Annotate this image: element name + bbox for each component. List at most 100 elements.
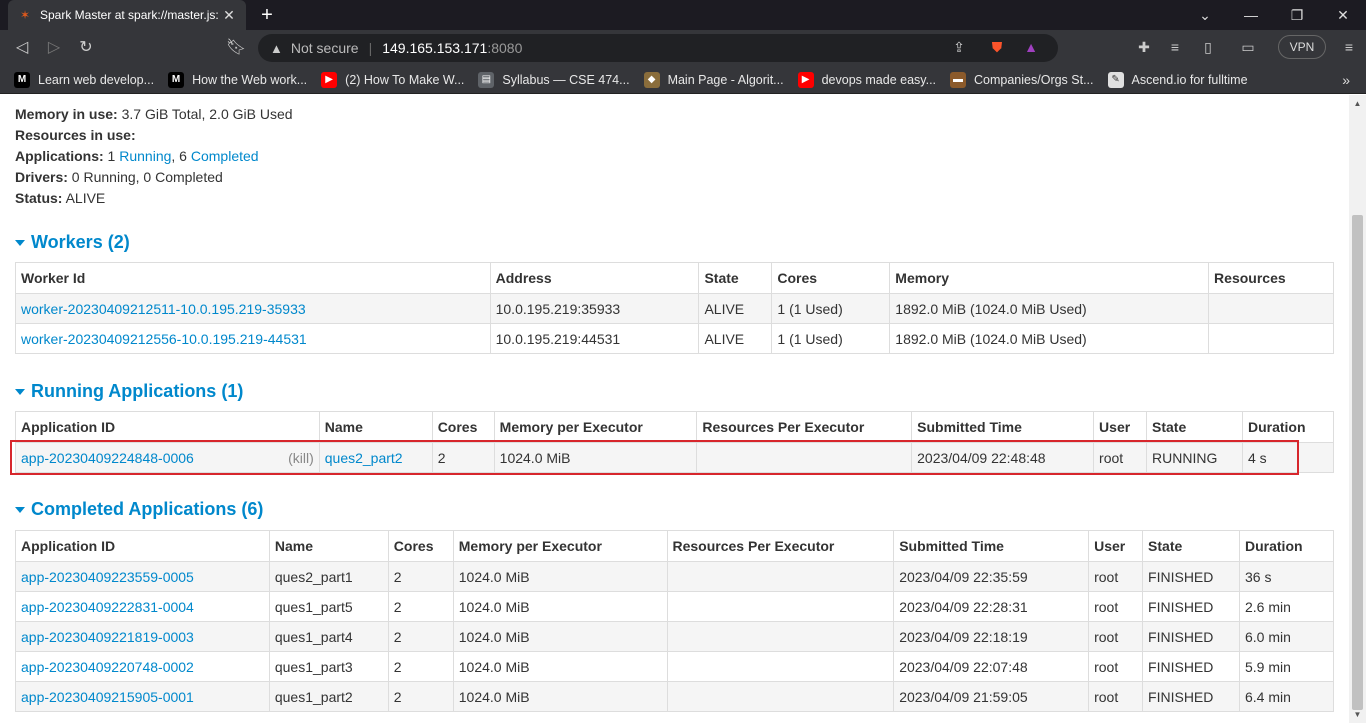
applications-label: Applications: (15, 148, 104, 164)
column-header[interactable]: Submitted Time (893, 530, 1090, 562)
bookmark-label: devops made easy... (821, 72, 937, 87)
more-bookmarks-icon[interactable]: » (1342, 72, 1350, 88)
column-header[interactable]: Duration (1241, 411, 1335, 443)
app-id-link[interactable]: app-20230409223559-0005 (21, 569, 194, 585)
brave-shields-icon[interactable]: ⛊ (986, 36, 1008, 58)
reload-icon[interactable]: ↻ (74, 36, 98, 60)
vpn-button[interactable]: VPN (1278, 35, 1326, 59)
column-header[interactable]: Address (489, 262, 700, 294)
address-bar[interactable]: ▲ Not secure | 149.165.153.171:8080 (258, 34, 1058, 62)
wallet-icon[interactable]: ▭ (1237, 36, 1259, 58)
collapse-caret-icon[interactable] (15, 388, 25, 395)
app-user: root (1088, 621, 1144, 652)
bookmark-item[interactable]: M How the Web work... (168, 71, 307, 88)
bookmark-item[interactable]: ▶ devops made easy... (797, 71, 937, 88)
brave-rewards-icon[interactable]: ▲ (1020, 36, 1042, 58)
collapse-caret-icon[interactable] (15, 239, 25, 246)
column-header[interactable]: Worker Id (15, 262, 491, 294)
running-apps-heading[interactable]: Running Applications (1) (15, 381, 243, 402)
column-header[interactable]: State (1146, 411, 1243, 443)
bookmark-label: Companies/Orgs St... (974, 72, 1094, 87)
column-header[interactable]: Resources (1208, 262, 1334, 294)
url-host: 149.165.153.171 (382, 40, 488, 56)
column-header[interactable]: User (1093, 411, 1148, 443)
column-header[interactable]: Submitted Time (911, 411, 1095, 443)
close-window-button[interactable]: ✕ (1320, 0, 1366, 30)
browser-tab-active[interactable]: ✶ Spark Master at spark://master.js: ✕ (8, 0, 246, 30)
column-header[interactable]: Application ID (15, 530, 270, 562)
youtube-icon: ▶ (797, 71, 814, 88)
back-icon[interactable]: ◁ (10, 36, 34, 60)
app-submitted-time: 2023/04/09 22:07:48 (893, 651, 1090, 682)
share-icon[interactable]: ⇪ (948, 36, 970, 58)
completed-apps-heading[interactable]: Completed Applications (6) (15, 499, 263, 520)
scroll-up-icon[interactable]: ▲ (1349, 95, 1366, 112)
restore-button[interactable]: ❐ (1274, 0, 1320, 30)
app-id-cell: app-20230409221819-0003 (15, 621, 270, 652)
app-id-link[interactable]: app-20230409222831-0004 (21, 599, 194, 615)
column-header[interactable]: Name (318, 411, 433, 443)
new-tab-button[interactable]: + (256, 3, 278, 27)
running-apps-link[interactable]: Running (119, 148, 171, 164)
column-header[interactable]: Cores (771, 262, 891, 294)
worker-id-link[interactable]: worker-20230409212511-10.0.195.219-35933 (21, 301, 306, 317)
app-submitted-time: 2023/04/09 22:35:59 (893, 561, 1090, 592)
column-header[interactable]: Cores (387, 530, 454, 562)
worker-address: 10.0.195.219:35933 (489, 293, 700, 324)
close-tab-icon[interactable]: ✕ (222, 7, 236, 24)
app-id-link[interactable]: app-20230409224848-0006 (21, 450, 194, 466)
column-header[interactable]: Resources Per Executor (666, 530, 895, 562)
app-id-link[interactable]: app-20230409215905-0001 (21, 689, 194, 705)
collapse-caret-icon[interactable] (15, 506, 25, 513)
forward-icon[interactable]: ▷ (42, 36, 66, 60)
bookmark-item[interactable]: ▶ (2) How To Make W... (321, 71, 464, 88)
column-header[interactable]: Cores (431, 411, 495, 443)
application-row: app-20230409223559-0005 ques2_part1 2 1024.… (15, 561, 1334, 592)
app-id-link[interactable]: app-20230409221819-0003 (21, 629, 194, 645)
kill-app-link[interactable]: (kill) (288, 450, 314, 466)
app-memory: 1024.0 MiB (452, 651, 668, 682)
scroll-down-icon[interactable]: ▼ (1349, 706, 1366, 723)
column-header[interactable]: Memory per Executor (493, 411, 698, 443)
worker-memory: 1892.0 MiB (1024.0 MiB Used) (889, 293, 1210, 324)
page-scrollbar[interactable]: ▲ ▼ (1349, 95, 1366, 723)
application-row: app-20230409215905-0001 ques1_part2 2 1024.… (15, 681, 1334, 712)
minimize-button[interactable]: — (1228, 0, 1274, 30)
completed-apps-heading-text[interactable]: Completed Applications (6) (31, 499, 263, 520)
column-header[interactable]: Duration (1239, 530, 1334, 562)
worker-id-link[interactable]: worker-20230409212556-10.0.195.219-44531 (21, 331, 307, 347)
warning-triangle-icon[interactable]: ▲ (270, 41, 283, 56)
column-header[interactable]: State (1142, 530, 1240, 562)
column-header[interactable]: State (698, 262, 773, 294)
bookmark-item[interactable]: ▤ Syllabus — CSE 474... (478, 71, 630, 88)
scrollbar-thumb[interactable] (1352, 215, 1363, 710)
app-name-link[interactable]: ques2_part2 (325, 450, 403, 466)
extensions-icon[interactable]: ✚ (1133, 36, 1155, 58)
not-secure-label[interactable]: Not secure (291, 40, 359, 56)
bookmark-item[interactable]: ✎ Ascend.io for fulltime (1107, 71, 1248, 88)
workers-heading-text[interactable]: Workers (2) (31, 232, 130, 253)
bookmark-icon[interactable]: 🔖︎ (224, 36, 248, 60)
app-duration: 6.4 min (1239, 681, 1334, 712)
sidebar-icon[interactable]: ▯ (1197, 36, 1219, 58)
column-header[interactable]: Resources Per Executor (696, 411, 913, 443)
menu-icon[interactable]: ≡ (1338, 36, 1360, 58)
tab-search-icon[interactable]: ⌄ (1182, 0, 1228, 30)
completed-apps-link[interactable]: Completed (191, 148, 259, 164)
column-header[interactable]: Memory per Executor (452, 530, 668, 562)
column-header[interactable]: Application ID (15, 411, 320, 443)
column-header[interactable]: User (1088, 530, 1144, 562)
app-id-link[interactable]: app-20230409220748-0002 (21, 659, 194, 675)
bookmark-item[interactable]: M Learn web develop... (14, 71, 154, 88)
column-header[interactable]: Name (268, 530, 389, 562)
worker-row: worker-20230409212556-10.0.195.219-44531… (15, 323, 1334, 354)
bookmark-item[interactable]: ▬ Companies/Orgs St... (950, 71, 1094, 88)
application-row: app-20230409220748-0002 ques1_part3 2 1024.… (15, 651, 1334, 682)
playlist-icon[interactable]: ≡ (1164, 36, 1186, 58)
application-row: app-20230409222831-0004 ques1_part5 2 1024.… (15, 591, 1334, 622)
running-apps-heading-text[interactable]: Running Applications (1) (31, 381, 243, 402)
bookmark-item[interactable]: ◆ Main Page - Algorit... (643, 71, 784, 88)
medium-icon: M (168, 71, 185, 88)
workers-heading[interactable]: Workers (2) (15, 232, 130, 253)
column-header[interactable]: Memory (889, 262, 1210, 294)
